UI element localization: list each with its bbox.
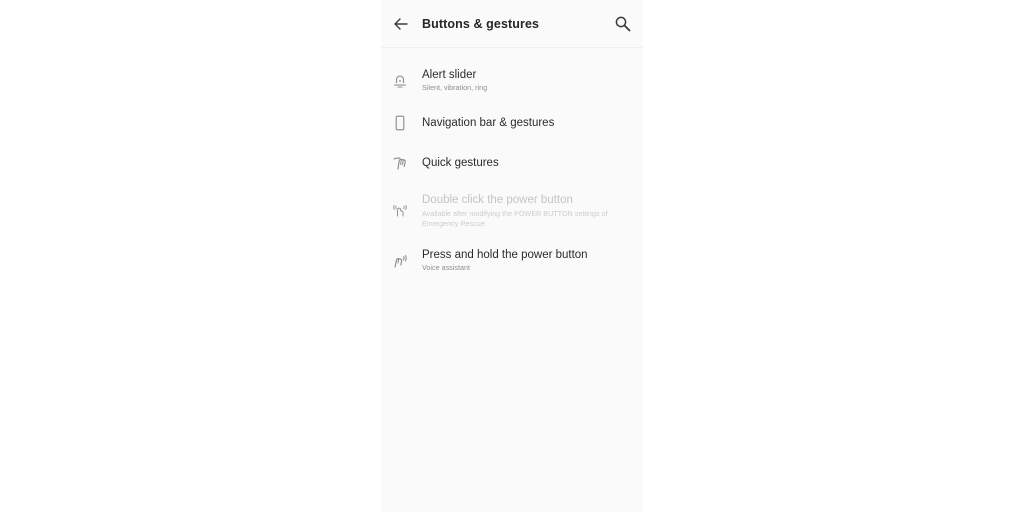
item-label: Double click the power button [422, 194, 573, 206]
item-subtitle: Voice assistant [422, 263, 470, 272]
gesture-icon [392, 155, 408, 171]
arrow-left-icon [394, 18, 408, 30]
list-item-navigation-bar[interactable]: Navigation bar & gestures [381, 108, 643, 138]
list-item-quick-gestures[interactable]: Quick gestures [381, 148, 643, 178]
search-button[interactable] [613, 14, 633, 34]
search-icon [615, 16, 631, 32]
phone-icon [392, 115, 408, 131]
page-title: Buttons & gestures [422, 17, 540, 31]
alert-slider-icon [392, 73, 408, 89]
settings-screen: Buttons & gestures Alert slider Silent, … [381, 0, 643, 512]
item-label: Press and hold the power button [422, 249, 588, 261]
top-app-bar: Buttons & gestures [381, 0, 643, 48]
item-label: Navigation bar & gestures [422, 117, 555, 129]
item-label: Alert slider [422, 69, 477, 81]
list-item-press-hold-power[interactable]: Press and hold the power button Voice as… [381, 242, 643, 280]
item-subtitle: Silent, vibration, ring [422, 83, 488, 92]
item-label: Quick gestures [422, 157, 499, 169]
list-item-alert-slider[interactable]: Alert slider Silent, vibration, ring [381, 62, 643, 100]
double-press-icon [392, 202, 408, 218]
item-subtitle: Available after modifying the POWER BUTT… [422, 209, 608, 228]
press-hold-icon [392, 253, 408, 269]
list-item-double-click-power[interactable]: Double click the power button Available … [381, 188, 643, 232]
back-button[interactable] [391, 14, 411, 34]
